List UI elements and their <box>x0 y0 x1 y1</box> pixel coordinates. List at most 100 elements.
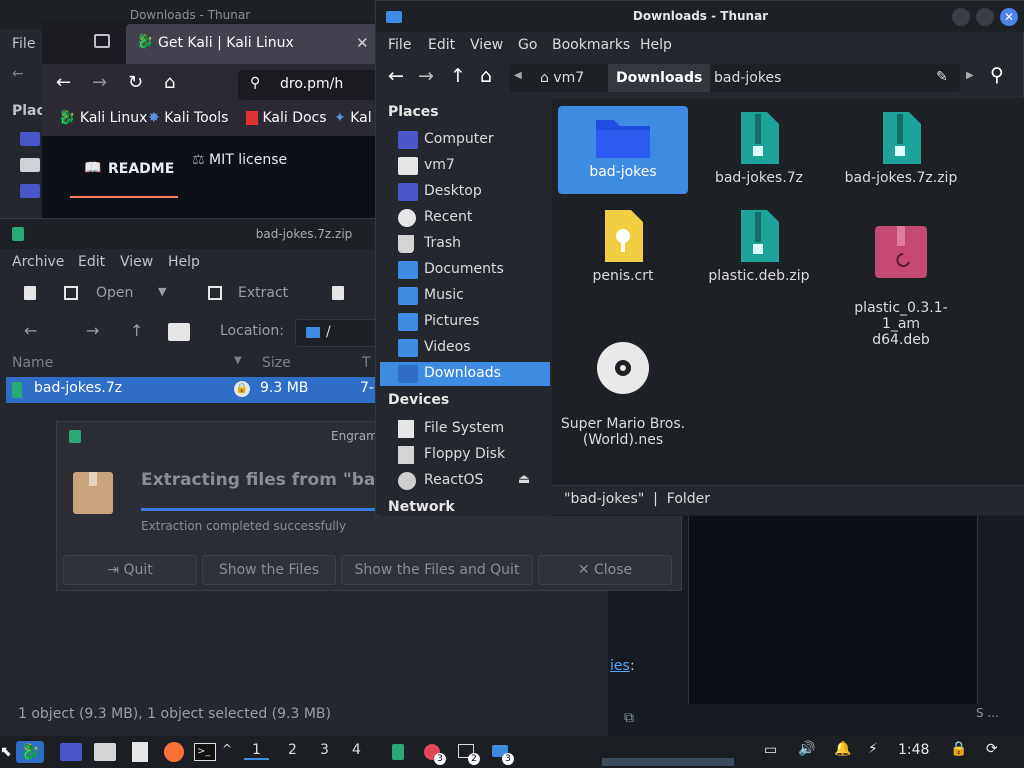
tab-readme[interactable]: 📖 README <box>70 150 178 198</box>
workspace-1[interactable]: 1 <box>244 742 269 760</box>
up-arrow-icon[interactable]: ↑ <box>450 65 466 87</box>
forward-arrow-icon[interactable]: → <box>92 72 107 93</box>
workspace-4[interactable]: 4 <box>352 742 361 758</box>
power-manager-icon[interactable]: ⚡ <box>868 741 878 763</box>
sidebar-item-desktop[interactable]: Desktop <box>380 180 550 204</box>
file-item[interactable]: Super Mario Bros. (World).nes <box>552 320 694 448</box>
sidebar-item-downloads[interactable]: Downloads <box>380 362 550 386</box>
url-bar[interactable]: ⚲ dro.pm/h <box>238 70 382 100</box>
menu-edit[interactable]: Edit <box>78 254 105 270</box>
sidebar-item-music[interactable]: Music <box>380 284 550 308</box>
add-files-icon[interactable] <box>332 286 344 300</box>
menu-archive[interactable]: Archive <box>12 254 64 270</box>
logout-icon[interactable]: ⟳ <box>986 741 998 763</box>
home-icon[interactable]: ⌂ <box>480 65 492 87</box>
sort-chevron-icon[interactable]: ▼ <box>234 355 242 366</box>
breadcrumb-bad-jokes[interactable]: bad-jokes <box>706 64 789 92</box>
open-archive-icon[interactable] <box>64 286 78 300</box>
tab-license[interactable]: ⚖ MIT license <box>192 152 287 168</box>
chevron-right-icon[interactable]: ▶ <box>966 70 974 81</box>
menu-file[interactable]: File <box>388 37 411 53</box>
new-archive-icon[interactable] <box>24 286 36 300</box>
file-item[interactable]: plastic_0.3.1-1_am d64.deb <box>836 204 966 348</box>
menu-bookmarks[interactable]: Bookmarks <box>552 37 630 53</box>
back-arrow-icon[interactable]: ← <box>12 66 24 82</box>
breadcrumb-downloads[interactable]: Downloads <box>608 64 711 92</box>
notification-bell-icon[interactable]: 🔔 <box>834 741 851 763</box>
text-editor-icon[interactable] <box>132 742 148 762</box>
sidebar-item-recent[interactable]: Recent <box>380 206 550 230</box>
archive-manager-task-icon[interactable] <box>392 744 404 760</box>
column-size[interactable]: Size <box>262 355 291 371</box>
quit-button[interactable]: ⇥ Quit <box>63 555 197 585</box>
bookmark-kali-linux[interactable]: 🐉 Kali Linux <box>58 110 147 126</box>
show-files-button[interactable]: Show the Files <box>202 555 336 585</box>
column-type[interactable]: T <box>362 355 371 371</box>
sidebar-item-videos[interactable]: Videos <box>380 336 550 360</box>
file-item[interactable]: bad-jokes.7z.zip <box>836 106 966 186</box>
maximize-button[interactable] <box>976 8 994 26</box>
back-arrow-icon[interactable]: ← <box>56 72 71 93</box>
sidebar-item-file-system[interactable]: File System <box>380 417 550 441</box>
sidebar-item-floppy-disk[interactable]: Floppy Disk <box>380 443 550 467</box>
file-item[interactable]: bad-jokes.7z <box>694 106 824 186</box>
volume-icon[interactable]: 🔊 <box>798 741 815 763</box>
sidebar-item-pictures[interactable]: Pictures <box>380 310 550 334</box>
menu-go[interactable]: Go <box>518 37 537 53</box>
chevron-up-icon[interactable]: ^ <box>222 742 232 764</box>
reload-icon[interactable]: ↻ <box>128 72 143 93</box>
forward-arrow-icon[interactable]: → <box>86 321 99 340</box>
home-folder-icon[interactable] <box>168 323 190 341</box>
back-arrow-icon[interactable]: ← <box>24 321 37 340</box>
terminal-icon[interactable]: >_ <box>194 743 216 761</box>
menu-help[interactable]: Help <box>640 37 672 53</box>
background-menu-file[interactable]: File <box>12 36 35 52</box>
bookmark-kali-docs[interactable]: Kali Docs <box>246 110 327 126</box>
sidebar-item-documents[interactable]: Documents <box>380 258 550 282</box>
breadcrumb-vm7[interactable]: ⌂ vm7 <box>532 64 592 92</box>
file-item[interactable]: bad-jokes <box>558 106 688 194</box>
file-item[interactable]: plastic.deb.zip <box>694 204 824 284</box>
sidebar-item-trash[interactable]: Trash <box>380 232 550 256</box>
file-item[interactable]: penis.crt <box>558 204 688 284</box>
kali-menu-icon[interactable]: 🐉 <box>16 741 44 763</box>
minimize-button[interactable] <box>952 8 970 26</box>
up-arrow-icon[interactable]: ↑ <box>130 321 143 340</box>
home-icon[interactable]: ⌂ <box>164 72 175 93</box>
show-files-and-quit-button[interactable]: Show the Files and Quit <box>341 555 533 585</box>
clock[interactable]: 1:48 <box>898 742 929 764</box>
menu-view[interactable]: View <box>120 254 153 270</box>
workspace-3[interactable]: 3 <box>320 742 329 758</box>
chevron-down-icon[interactable]: ▼ <box>158 285 166 298</box>
close-button[interactable]: ✕ Close <box>538 555 672 585</box>
copy-icon[interactable]: ⧉ <box>624 710 634 726</box>
open-button[interactable]: Open <box>96 285 133 301</box>
forward-arrow-icon[interactable]: → <box>418 65 434 87</box>
bookmark-kali-other[interactable]: ✦ Kal <box>334 110 372 126</box>
lock-icon[interactable]: 🔒 <box>950 741 967 763</box>
extract-button[interactable]: Extract <box>238 285 288 301</box>
sidebar-item-vm7[interactable]: vm7 <box>380 154 550 178</box>
menu-edit[interactable]: Edit <box>428 37 455 53</box>
firefox-icon[interactable] <box>164 742 184 762</box>
search-icon[interactable]: ⚲ <box>990 64 1004 86</box>
workspace-2[interactable]: 2 <box>288 742 297 758</box>
file-manager-icon[interactable] <box>94 743 116 761</box>
eject-icon[interactable]: ⏏ <box>518 472 530 487</box>
chevron-left-icon[interactable]: ◀ <box>514 70 522 81</box>
sidebar-item-reactos[interactable]: ReactOS ⏏ <box>380 469 550 493</box>
sidebar-item-computer[interactable]: Computer <box>380 128 550 152</box>
tab-overview-icon[interactable] <box>94 34 110 48</box>
menu-help[interactable]: Help <box>168 254 200 270</box>
close-icon[interactable]: ✕ <box>356 34 369 52</box>
column-name[interactable]: Name <box>12 355 53 371</box>
bookmark-kali-tools[interactable]: ✸ Kali Tools <box>148 110 228 126</box>
menu-view[interactable]: View <box>470 37 503 53</box>
close-button[interactable]: ✕ <box>1000 8 1018 26</box>
tab-kali[interactable]: 🐉 Get Kali | Kali Linux ✕ <box>126 24 382 64</box>
show-desktop-icon[interactable] <box>60 743 82 761</box>
edit-pencil-icon[interactable]: ✎ <box>936 69 948 85</box>
display-icon[interactable]: ▭ <box>764 742 777 764</box>
link-text[interactable]: ies <box>610 658 630 674</box>
back-arrow-icon[interactable]: ← <box>388 65 404 87</box>
